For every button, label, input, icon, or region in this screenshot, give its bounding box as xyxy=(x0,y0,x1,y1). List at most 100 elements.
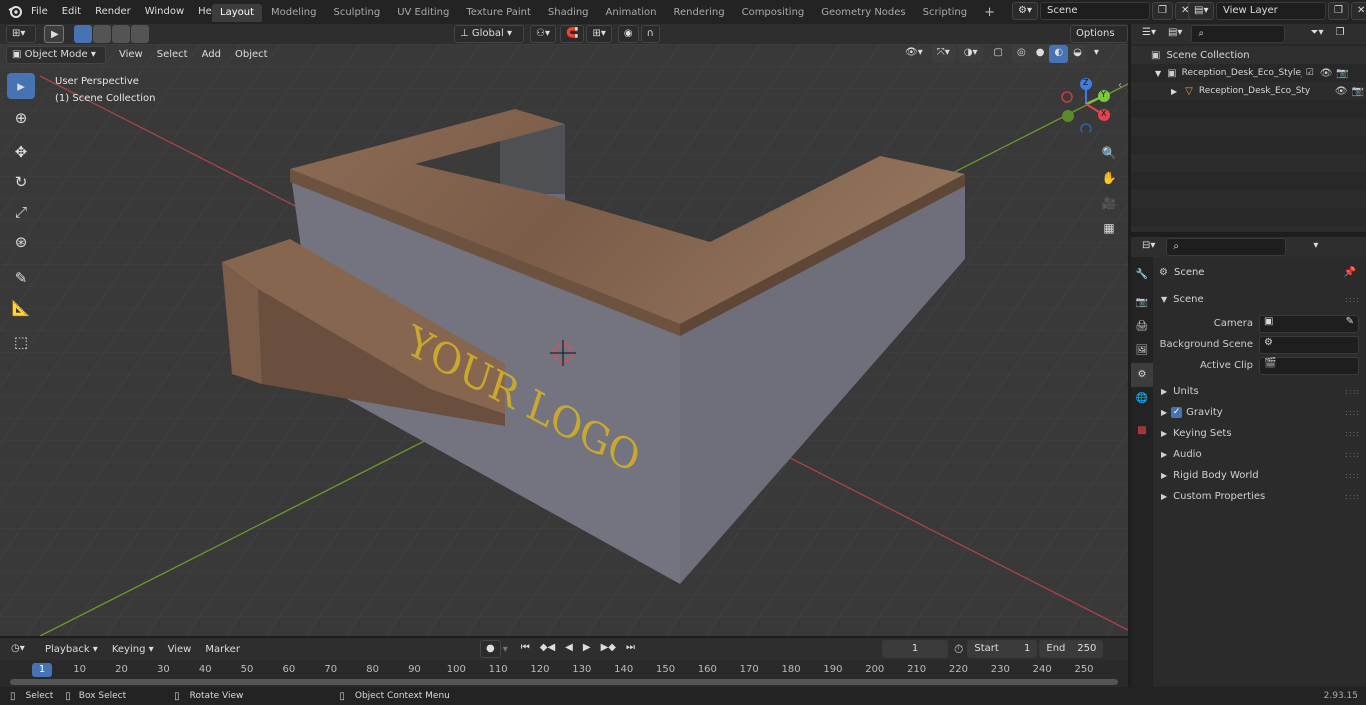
outliner-display-mode-icon[interactable]: ▤▾ xyxy=(1163,25,1187,43)
play-reverse-icon[interactable]: ◀ xyxy=(560,640,578,658)
menu-render[interactable]: Render xyxy=(88,2,138,22)
panel-rigid-body-world[interactable]: ▶ Rigid Body World:::: xyxy=(1153,465,1366,486)
panel-gravity[interactable]: ▶ ✓ Gravity:::: xyxy=(1153,402,1366,423)
tab-uv-editing[interactable]: UV Editing xyxy=(389,4,457,22)
proportional-falloff-icon[interactable]: ∩ xyxy=(640,25,660,43)
frame-ruler[interactable]: 1 10 20 30 40 50 60 70 80 90 100 110 120 130 140 150 160… xyxy=(0,660,1128,678)
3d-viewport[interactable]: YOUR LOGO User Perspective (1) Scene Col… xyxy=(0,44,1128,636)
outliner-row-object[interactable]: ▶ ▽ Reception_Desk_Eco_Sty 👁 📷 xyxy=(1131,82,1366,100)
camera-field[interactable]: ▣ ✎ xyxy=(1259,314,1359,333)
tab-scene-icon[interactable]: ⚙ xyxy=(1131,363,1153,387)
prev-keyframe-icon[interactable]: ◆◀ xyxy=(535,640,560,658)
editor-type-icon[interactable]: ⊞▾ xyxy=(6,25,36,43)
scene-browse-icon[interactable]: ⚙▾ xyxy=(1012,2,1038,20)
view-layer-field[interactable]: View Layer xyxy=(1216,2,1326,20)
panel-audio[interactable]: ▶ Audio:::: xyxy=(1153,444,1366,465)
play-icon[interactable]: ▶ xyxy=(578,640,596,658)
viewport-menu-add[interactable]: Add xyxy=(195,45,228,65)
object-mode-dropdown[interactable]: ▣ Object Mode ▾ xyxy=(6,46,106,64)
panel-custom-properties[interactable]: ▶ Custom Properties:::: xyxy=(1153,486,1366,507)
menu-file[interactable]: File xyxy=(24,2,55,22)
viewport-menu-object[interactable]: Object xyxy=(228,45,275,65)
properties-editor-type-icon[interactable]: ⊟▾ xyxy=(1137,238,1160,256)
end-frame-field[interactable]: End 250 xyxy=(1039,640,1104,658)
outliner-row-collection[interactable]: ▼ ▣ Reception_Desk_Eco_Style_01 ☑ 👁 📷 xyxy=(1131,64,1366,82)
timeline-menu-keying[interactable]: Keying ▾ xyxy=(105,640,161,660)
pivot-point-icon[interactable]: ⚇▾ xyxy=(530,25,556,43)
tweak-tool-icon[interactable]: ▶ xyxy=(44,25,64,43)
new-collection-icon[interactable]: ❐ xyxy=(1330,25,1349,43)
tab-world-icon[interactable]: 🌐 xyxy=(1131,387,1153,411)
scale-tool-icon[interactable]: ⤢ xyxy=(7,199,35,225)
new-scene-icon[interactable]: ❐ xyxy=(1152,2,1173,20)
wireframe-shading-icon[interactable]: ◎ xyxy=(1012,45,1031,63)
record-icon[interactable]: ● xyxy=(480,640,501,658)
view-layer-browse-icon[interactable]: ▤▾ xyxy=(1188,2,1214,20)
panel-units[interactable]: ▶ Units:::: xyxy=(1153,381,1366,402)
timeline-editor-type-icon[interactable]: ◷▾ xyxy=(6,641,34,659)
gizmo-toggle-icon[interactable]: ⤧▾ xyxy=(931,45,955,63)
tab-texture-icon[interactable]: ▩ xyxy=(1131,419,1153,443)
proportional-edit-icon[interactable]: ◉ xyxy=(617,25,639,43)
measure-tool-icon[interactable]: 📐 xyxy=(7,295,35,321)
panel-grip-icon[interactable]: :::: xyxy=(1345,295,1360,304)
xray-toggle-icon[interactable]: ▢ xyxy=(989,45,1008,63)
add-cube-tool-icon[interactable]: ⬚ xyxy=(7,329,35,355)
transform-tool-icon[interactable]: ⊛ xyxy=(7,229,35,255)
timeline-menu-marker[interactable]: Marker xyxy=(198,640,247,660)
render-camera-icon[interactable]: 📷 xyxy=(1352,86,1364,97)
annotate-tool-icon[interactable]: ✎ xyxy=(7,265,35,291)
select-subtract-icon[interactable] xyxy=(112,25,130,43)
stopwatch-icon[interactable]: ⏱ xyxy=(954,642,963,657)
expand-icon[interactable]: ▶ xyxy=(1171,87,1177,96)
render-camera-icon[interactable]: 📷 xyxy=(1336,68,1348,79)
cursor-tool-icon[interactable]: ⊕ xyxy=(7,105,35,131)
zoom-icon[interactable]: 🔍 xyxy=(1098,142,1120,164)
outliner-filter-icon[interactable]: ⏷▾ xyxy=(1305,25,1328,43)
tab-texture-paint[interactable]: Texture Paint xyxy=(458,4,539,22)
tab-layout[interactable]: Layout xyxy=(212,4,262,22)
rendered-shading-icon[interactable]: ◒ xyxy=(1068,45,1087,63)
panel-keying-sets[interactable]: ▶ Keying Sets:::: xyxy=(1153,423,1366,444)
jump-start-icon[interactable]: ⏮ xyxy=(516,640,535,658)
camera-view-icon[interactable]: 🎥 xyxy=(1098,192,1120,214)
add-workspace-button[interactable]: + xyxy=(976,4,1003,22)
snap-target-icon[interactable]: ⊞▾ xyxy=(586,25,612,43)
include-checkbox-icon[interactable]: ☑ xyxy=(1306,68,1314,78)
timeline-scrollbar[interactable] xyxy=(10,679,1118,685)
next-keyframe-icon[interactable]: ▶◆ xyxy=(596,640,621,658)
options-dropdown[interactable]: Options ▾ xyxy=(1070,25,1128,55)
pin-icon[interactable]: 📌 xyxy=(1344,267,1356,278)
tab-modeling[interactable]: Modeling xyxy=(263,4,325,22)
tab-render-icon[interactable]: 📷 xyxy=(1131,291,1153,315)
tab-view-layer-icon[interactable]: 🖼 xyxy=(1131,339,1153,363)
jump-end-icon[interactable]: ⏭ xyxy=(621,640,640,658)
outliner-search-input[interactable]: ⌕ xyxy=(1191,25,1286,43)
navigation-gizmo[interactable]: Z Y X xyxy=(1058,76,1114,135)
gravity-checkbox[interactable]: ✓ xyxy=(1171,407,1183,418)
perspective-toggle-icon[interactable]: ▦ xyxy=(1098,217,1120,239)
expand-icon[interactable]: ▼ xyxy=(1155,69,1161,78)
rotate-tool-icon[interactable]: ↻ xyxy=(7,169,35,195)
viewport-menu-view[interactable]: View xyxy=(112,45,150,65)
pan-hand-icon[interactable]: ✋ xyxy=(1098,167,1120,189)
new-view-layer-icon[interactable]: ❐ xyxy=(1328,2,1349,20)
select-invert-icon[interactable] xyxy=(131,25,149,43)
timeline[interactable]: 1 10 20 30 40 50 60 70 80 90 100 110 120 130 140 150 160… xyxy=(0,660,1128,687)
properties-search-input[interactable]: ⌕ xyxy=(1166,238,1287,256)
outliner-row-scene-collection[interactable]: ▣ Scene Collection xyxy=(1131,46,1366,64)
timeline-menu-playback[interactable]: Playback ▾ xyxy=(38,640,105,660)
outliner-editor-type-icon[interactable]: ☰▾ xyxy=(1137,25,1161,43)
tab-tool-icon[interactable]: 🔧 xyxy=(1131,263,1153,287)
tab-animation[interactable]: Animation xyxy=(598,4,665,22)
tab-rendering[interactable]: Rendering xyxy=(666,4,733,22)
move-tool-icon[interactable]: ✥ xyxy=(7,139,35,165)
visibility-eye-icon[interactable]: 👁 xyxy=(1320,68,1333,79)
sidebar-toggle-icon[interactable]: ‹ xyxy=(1118,80,1122,91)
tab-compositing[interactable]: Compositing xyxy=(734,4,813,22)
delete-view-layer-icon[interactable]: ✕ xyxy=(1350,2,1366,20)
shading-options-icon[interactable]: ▾ xyxy=(1089,45,1104,63)
blender-logo-icon[interactable] xyxy=(8,4,22,21)
menu-window[interactable]: Window xyxy=(138,2,191,22)
scene-name-field[interactable]: Scene xyxy=(1040,2,1150,20)
